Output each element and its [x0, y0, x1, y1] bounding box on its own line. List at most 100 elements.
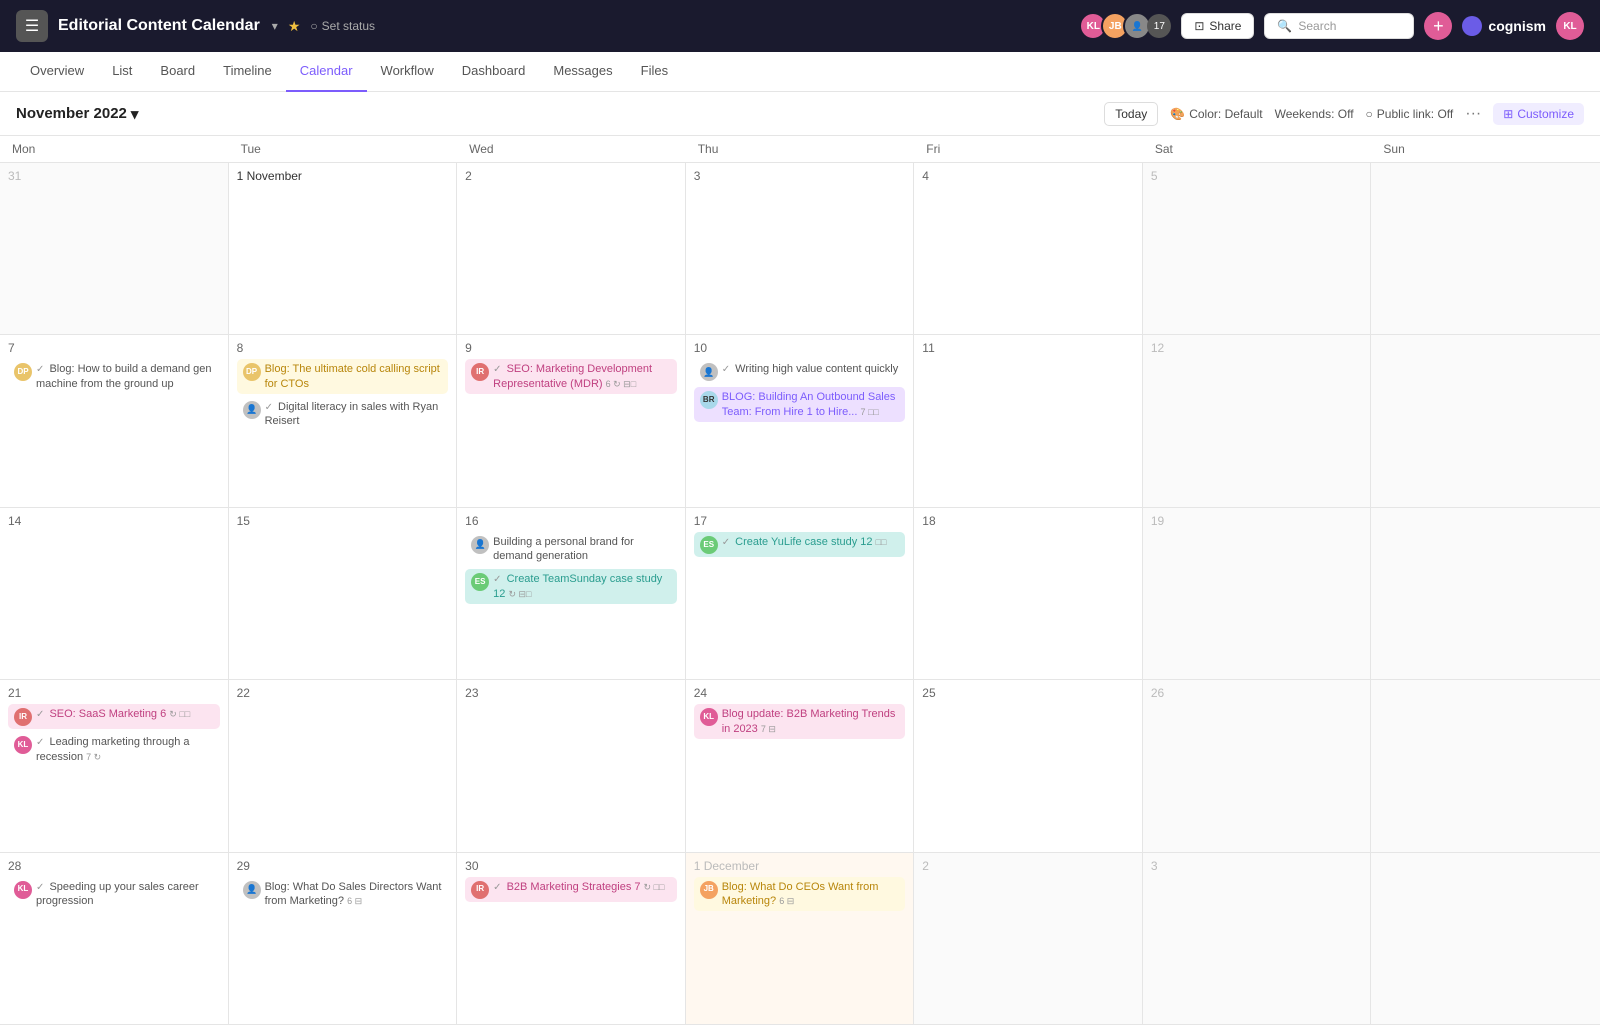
search-icon: 🔍	[1277, 19, 1292, 33]
collaborator-avatars: KL JB 👤 17	[1079, 12, 1171, 40]
event-avatar-dp: DP	[243, 363, 261, 381]
today-button[interactable]: Today	[1104, 102, 1158, 126]
header-thu: Thu	[686, 136, 915, 162]
add-button[interactable]: +	[1424, 12, 1452, 40]
customize-button[interactable]: ⊞ Customize	[1493, 103, 1584, 125]
more-options-button[interactable]: ···	[1465, 105, 1481, 123]
day-nov16: 16 👤 Building a personal brand for deman…	[457, 508, 686, 679]
day-number: 23	[465, 686, 677, 700]
day-nov30: 30 IR ✓ B2B Marketing Strategies 7 ↻ □□	[457, 853, 686, 1024]
event-nov29-1[interactable]: 👤 Blog: What Do Sales Directors Want fro…	[237, 877, 449, 912]
set-status-button[interactable]: ○ Set status	[310, 19, 375, 33]
tab-workflow[interactable]: Workflow	[367, 52, 448, 92]
title-dropdown-icon[interactable]: ▾	[272, 19, 278, 33]
day-number: 19	[1151, 514, 1363, 528]
event-title: ✓ SEO: SaaS Marketing 6 ↻ □□	[36, 707, 214, 721]
event-avatar-ir: IR	[471, 881, 489, 899]
header-wed: Wed	[457, 136, 686, 162]
top-bar-right: KL JB 👤 17 ⊡ Share 🔍 Search + cognism KL	[1079, 12, 1584, 40]
day-out4	[1371, 853, 1600, 1024]
calendar-weeks: 31 1 November 2 3 4 5 7 DP ✓ Blog: How t…	[0, 163, 1600, 1025]
event-title: Blog: The ultimate cold calling script f…	[265, 362, 443, 391]
event-avatar-photo: 👤	[243, 401, 261, 419]
day-out3	[1371, 680, 1600, 851]
event-title: ✓ SEO: Marketing Development Representat…	[493, 362, 671, 391]
event-nov30-1[interactable]: IR ✓ B2B Marketing Strategies 7 ↻ □□	[465, 877, 677, 902]
tab-dashboard[interactable]: Dashboard	[448, 52, 540, 92]
event-nov16-1[interactable]: 👤 Building a personal brand for demand g…	[465, 532, 677, 567]
weekends-toggle[interactable]: Weekends: Off	[1275, 107, 1354, 121]
day-nov9: 9 IR ✓ SEO: Marketing Development Repres…	[457, 335, 686, 506]
day-number: 14	[8, 514, 220, 528]
day-nov21: 21 IR ✓ SEO: SaaS Marketing 6 ↻ □□ KL ✓ …	[0, 680, 229, 851]
top-bar-left: ☰ Editorial Content Calendar ▾ ★ ○ Set s…	[16, 10, 375, 42]
event-avatar-photo: 👤	[243, 881, 261, 899]
tab-calendar[interactable]: Calendar	[286, 52, 367, 92]
search-input[interactable]: 🔍 Search	[1264, 13, 1414, 39]
tab-timeline[interactable]: Timeline	[209, 52, 286, 92]
day-nov14: 14	[0, 508, 229, 679]
event-nov21-2[interactable]: KL ✓ Leading marketing through a recessi…	[8, 732, 220, 767]
day-number: 1 November	[237, 169, 449, 183]
event-nov10-1[interactable]: 👤 ✓ Writing high value content quickly	[694, 359, 906, 384]
day-number: 17	[694, 514, 906, 528]
event-nov8-1[interactable]: DP Blog: The ultimate cold calling scrip…	[237, 359, 449, 394]
tab-files[interactable]: Files	[627, 52, 682, 92]
day-number: 18	[922, 514, 1134, 528]
event-nov8-2[interactable]: 👤 ✓ Digital literacy in sales with Ryan …	[237, 397, 449, 432]
day-dec3-out: 3	[1143, 853, 1372, 1024]
day-number: 12	[1151, 341, 1363, 355]
event-avatar-br: BR	[700, 391, 718, 409]
event-nov17-1[interactable]: ES ✓ Create YuLife case study 12 □□	[694, 532, 906, 557]
month-selector[interactable]: November 2022 ▾	[16, 105, 138, 123]
tab-overview[interactable]: Overview	[16, 52, 98, 92]
status-circle-icon: ○	[310, 19, 317, 33]
event-avatar-es: ES	[700, 536, 718, 554]
day-nov26-out: 26	[1143, 680, 1372, 851]
event-title: Blog update: B2B Marketing Trends in 202…	[722, 707, 900, 736]
palette-icon: 🎨	[1170, 107, 1185, 121]
event-title: ✓ Speeding up your sales career progress…	[36, 880, 214, 909]
day-number: 5	[1151, 169, 1363, 183]
event-title: ✓ Digital literacy in sales with Ryan Re…	[265, 400, 443, 429]
event-dec1-1[interactable]: JB Blog: What Do CEOs Want from Marketin…	[694, 877, 906, 912]
day-number: 25	[922, 686, 1134, 700]
nav-tabs: Overview List Board Timeline Calendar Wo…	[0, 52, 1600, 92]
public-link-toggle[interactable]: ○ Public link: Off	[1366, 107, 1454, 121]
event-title: Building a personal brand for demand gen…	[493, 535, 671, 564]
event-avatar-kl: KL	[14, 736, 32, 754]
event-nov28-1[interactable]: KL ✓ Speeding up your sales career progr…	[8, 877, 220, 912]
day-number: 24	[694, 686, 906, 700]
tab-messages[interactable]: Messages	[539, 52, 626, 92]
event-nov16-2[interactable]: ES ✓ Create TeamSunday case study 12 ↻ ⊟…	[465, 569, 677, 604]
day-dec1: 1 December JB Blog: What Do CEOs Want fr…	[686, 853, 915, 1024]
day-number: 1 December	[694, 859, 906, 873]
customize-icon: ⊞	[1503, 107, 1513, 121]
tab-list[interactable]: List	[98, 52, 146, 92]
day-number: 30	[465, 859, 677, 873]
header-mon: Mon	[0, 136, 229, 162]
event-nov10-2[interactable]: BR BLOG: Building An Outbound Sales Team…	[694, 387, 906, 422]
avatar-count: 17	[1147, 14, 1171, 38]
day-number: 22	[237, 686, 449, 700]
day-headers: Mon Tue Wed Thu Fri Sat Sun	[0, 136, 1600, 163]
day-oct31: 31	[0, 163, 229, 334]
event-nov9-1[interactable]: IR ✓ SEO: Marketing Development Represen…	[465, 359, 677, 394]
day-nov6-out	[1371, 163, 1600, 334]
event-nov21-1[interactable]: IR ✓ SEO: SaaS Marketing 6 ↻ □□	[8, 704, 220, 729]
event-avatar-ir: IR	[14, 708, 32, 726]
color-selector[interactable]: 🎨 Color: Default	[1170, 107, 1262, 121]
day-nov5-out: 5	[1143, 163, 1372, 334]
user-avatar[interactable]: KL	[1556, 12, 1584, 40]
day-number: 16	[465, 514, 677, 528]
week-2: 7 DP ✓ Blog: How to build a demand gen m…	[0, 335, 1600, 507]
day-number: 26	[1151, 686, 1363, 700]
toolbar-left: November 2022 ▾	[16, 105, 138, 123]
share-button[interactable]: ⊡ Share	[1181, 13, 1254, 39]
tab-board[interactable]: Board	[146, 52, 209, 92]
star-icon[interactable]: ★	[288, 18, 301, 35]
event-nov24-1[interactable]: KL Blog update: B2B Marketing Trends in …	[694, 704, 906, 739]
day-number: 3	[694, 169, 906, 183]
event-nov7-1[interactable]: DP ✓ Blog: How to build a demand gen mac…	[8, 359, 220, 394]
day-number: 2	[465, 169, 677, 183]
